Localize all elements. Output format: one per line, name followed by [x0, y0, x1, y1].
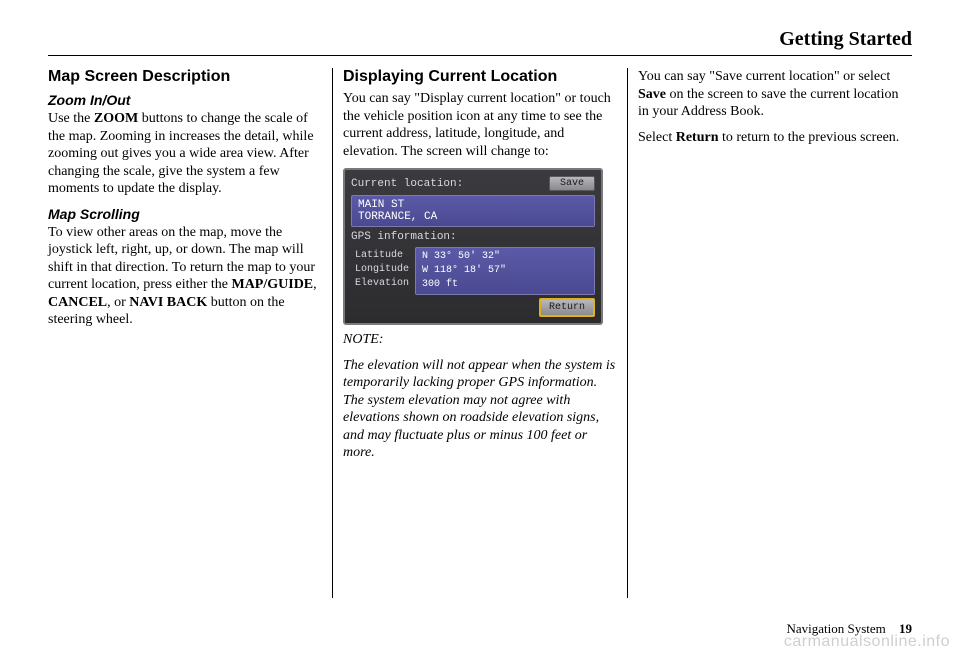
col3-p2bold: Return — [676, 130, 719, 145]
addr-line1: MAIN ST — [358, 199, 588, 211]
nav-screen-mockup: Current location: Save MAIN ST TORRANCE,… — [343, 168, 603, 325]
note-text: The elevation will not appear when the s… — [343, 357, 617, 462]
lat-label: Latitude — [355, 249, 409, 263]
page-header: Getting Started — [48, 28, 912, 56]
column-1: Map Screen Description Zoom In/Out Use t… — [48, 68, 333, 598]
col3-para2: Select Return to return to the previous … — [638, 129, 912, 147]
col3-p1b: on the screen to save the current locati… — [638, 87, 898, 120]
col3-p1a: You can say "Save current location" or s… — [638, 69, 890, 84]
gps-field-labels: Latitude Longitude Elevation — [351, 247, 413, 295]
content-columns: Map Screen Description Zoom In/Out Use t… — [48, 68, 912, 598]
zoom-paragraph: Use the ZOOM buttons to change the scale… — [48, 110, 322, 198]
lon-value: W 118° 18' 57" — [422, 264, 588, 278]
col3-p2b: to return to the previous screen. — [719, 130, 900, 145]
lat-value: N 33° 50' 32" — [422, 250, 588, 264]
return-button[interactable]: Return — [539, 298, 595, 317]
scroll-b2: CANCEL — [48, 295, 107, 310]
column-2: Displaying Current Location You can say … — [333, 68, 628, 598]
page-footer: Navigation System 19 — [786, 621, 912, 637]
zoom-text-a: Use the — [48, 111, 94, 126]
curloc-label: Current location: — [351, 178, 463, 190]
zoom-subtitle: Zoom In/Out — [48, 92, 322, 108]
lon-label: Longitude — [355, 263, 409, 277]
scroll-b3: NAVI BACK — [129, 295, 207, 310]
displaying-paragraph: You can say "Display current location" o… — [343, 90, 617, 160]
addr-line2: TORRANCE, CA — [358, 211, 588, 223]
col3-p1bold: Save — [638, 87, 666, 102]
gps-label: GPS information: — [351, 231, 457, 243]
nav-curloc-row: Current location: Save — [351, 174, 595, 193]
zoom-bold: ZOOM — [94, 111, 138, 126]
footer-label: Navigation System — [786, 621, 885, 636]
header-title: Getting Started — [779, 28, 912, 50]
gps-label-row: GPS information: — [351, 229, 595, 245]
gps-field-values: N 33° 50' 32" W 118° 18' 57" 300 ft — [415, 247, 595, 295]
col3-p2a: Select — [638, 130, 676, 145]
scroll-b1: MAP/GUIDE — [231, 277, 313, 292]
scroll-n: , or — [107, 295, 129, 310]
elev-label: Elevation — [355, 277, 409, 291]
page-number: 19 — [899, 621, 912, 636]
save-button[interactable]: Save — [549, 176, 595, 191]
gps-panel: Latitude Longitude Elevation N 33° 50' 3… — [351, 247, 595, 295]
scroll-m: , — [313, 277, 317, 292]
displaying-title: Displaying Current Location — [343, 68, 617, 86]
col3-para1: You can say "Save current location" or s… — [638, 68, 912, 121]
scrolling-subtitle: Map Scrolling — [48, 206, 322, 222]
elev-value: 300 ft — [422, 278, 588, 292]
column-3: You can say "Save current location" or s… — [628, 68, 912, 598]
address-panel: MAIN ST TORRANCE, CA — [351, 195, 595, 227]
note-label: NOTE: — [343, 331, 617, 349]
scrolling-paragraph: To view other areas on the map, move the… — [48, 224, 322, 329]
map-screen-title: Map Screen Description — [48, 68, 322, 86]
return-row: Return — [351, 298, 595, 317]
